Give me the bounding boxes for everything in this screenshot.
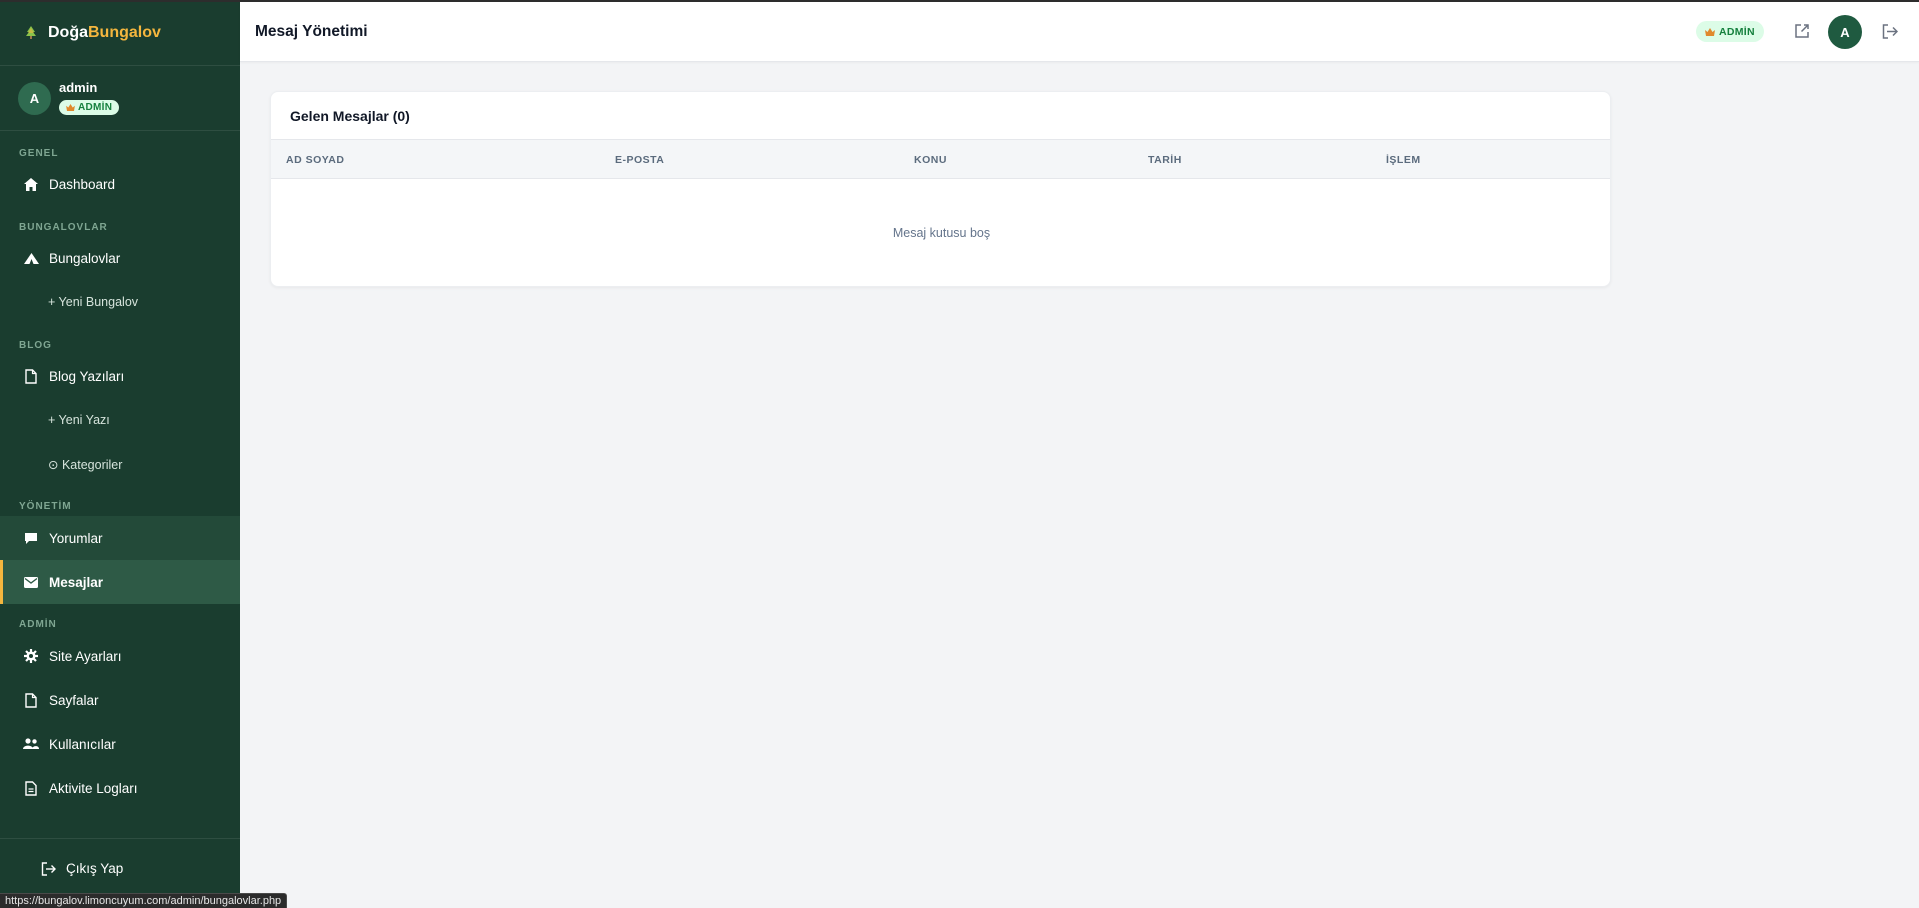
- logout-button[interactable]: Çıkış Yap: [41, 861, 123, 876]
- file-icon: [22, 367, 40, 385]
- sidebar-item-kategoriler[interactable]: ⊙ Kategoriler: [0, 442, 240, 486]
- sidebar-item-sayfalar[interactable]: Sayfalar: [0, 678, 240, 722]
- user-name: admin: [59, 80, 98, 95]
- column-header-ad-soyad: AD SOYAD: [286, 154, 345, 166]
- brand-logo[interactable]: Doğa Bungalov: [0, 0, 240, 66]
- logout-label: Çıkış Yap: [66, 861, 124, 876]
- window-top-border: [0, 0, 1919, 2]
- sidebar: Doğa Bungalov A admin ADMİN GENEL Dashboa…: [0, 0, 240, 908]
- section-title-genel: GENEL: [19, 148, 59, 159]
- tree-icon: [24, 25, 38, 41]
- sidebar-item-aktivite-loglari[interactable]: Aktivite Logları: [0, 766, 240, 810]
- section-title-admin: ADMİN: [19, 619, 57, 630]
- sidebar-item-label: + Yeni Yazı: [48, 413, 110, 427]
- empty-state-text: Mesaj kutusu boş: [892, 226, 991, 240]
- sidebar-item-label: Site Ayarları: [49, 648, 122, 664]
- file-icon: [22, 691, 40, 709]
- messages-card: Gelen Mesajlar (0) AD SOYAD E-POSTA KONU…: [270, 91, 1611, 287]
- user-profile: A admin ADMİN: [0, 66, 240, 131]
- crown-icon: [66, 104, 75, 111]
- mail-icon: [22, 573, 40, 591]
- logout-icon[interactable]: [1881, 22, 1899, 40]
- sidebar-item-label: Sayfalar: [49, 692, 99, 708]
- column-header-konu: KONU: [914, 154, 947, 166]
- tent-icon: [22, 249, 40, 267]
- sidebar-item-label: Aktivite Logları: [49, 780, 138, 796]
- section-title-blog: BLOG: [19, 340, 52, 351]
- sidebar-item-yeni-bungalov[interactable]: + Yeni Bungalov: [0, 280, 240, 324]
- comment-icon: [22, 529, 40, 547]
- sidebar-item-label: Mesajlar: [49, 574, 104, 590]
- sidebar-item-dashboard[interactable]: Dashboard: [0, 162, 240, 206]
- brand-name-part1: Doğa: [48, 23, 88, 41]
- sidebar-item-label: Blog Yazıları: [49, 368, 125, 384]
- sidebar-item-label: Kullanıcılar: [49, 736, 116, 752]
- role-badge: ADMİN: [59, 100, 120, 115]
- column-header-e-posta: E-POSTA: [615, 154, 665, 166]
- role-badge-label: ADMİN: [1719, 25, 1755, 38]
- sidebar-item-label: Dashboard: [49, 176, 116, 192]
- sidebar-item-label: + Yeni Bungalov: [48, 295, 139, 309]
- users-icon: [22, 735, 40, 753]
- sidebar-item-label: ⊙ Kategoriler: [48, 457, 123, 472]
- sidebar-item-label: Bungalovlar: [49, 250, 121, 266]
- sidebar-item-bungalovlar[interactable]: Bungalovlar: [0, 236, 240, 280]
- section-title-yonetim: YÖNETİM: [19, 501, 72, 512]
- brand-name-part2: Bungalov: [88, 23, 161, 41]
- avatar[interactable]: A: [1828, 15, 1862, 49]
- column-header-islem: İŞLEM: [1386, 154, 1421, 166]
- external-link-icon[interactable]: [1793, 22, 1811, 40]
- sidebar-item-site-ayarlari[interactable]: Site Ayarları: [0, 634, 240, 678]
- log-icon: [22, 779, 40, 797]
- sidebar-item-yeni-yazi[interactable]: + Yeni Yazı: [0, 398, 240, 442]
- top-header: Mesaj Yönetimi ADMİN A: [240, 0, 1919, 62]
- section-title-bungalovlar: BUNGALOVLAR: [19, 222, 108, 233]
- gear-icon: [22, 647, 40, 665]
- avatar: A: [18, 81, 51, 115]
- sidebar-item-label: Yorumlar: [49, 530, 103, 546]
- home-icon: [22, 175, 40, 193]
- sidebar-item-yorumlar[interactable]: Yorumlar: [0, 516, 240, 560]
- table-header: AD SOYAD E-POSTA KONU TARİH İŞLEM: [271, 139, 1610, 179]
- card-title: Gelen Mesajlar (0): [290, 108, 410, 124]
- status-badge: ADMİN: [1696, 21, 1764, 42]
- logout-icon: [41, 861, 56, 876]
- column-header-tarih: TARİH: [1148, 154, 1182, 166]
- sidebar-item-kullanicilar[interactable]: Kullanıcılar: [0, 722, 240, 766]
- sidebar-item-mesajlar[interactable]: Mesajlar: [0, 560, 240, 604]
- sidebar-item-blog-yazilari[interactable]: Blog Yazıları: [0, 354, 240, 398]
- crown-icon: [1705, 27, 1715, 36]
- page-title: Mesaj Yönetimi: [255, 23, 368, 40]
- role-badge-label: ADMİN: [78, 102, 113, 113]
- link-preview-statusbar: https://bungalov.limoncuyum.com/admin/bu…: [0, 893, 288, 908]
